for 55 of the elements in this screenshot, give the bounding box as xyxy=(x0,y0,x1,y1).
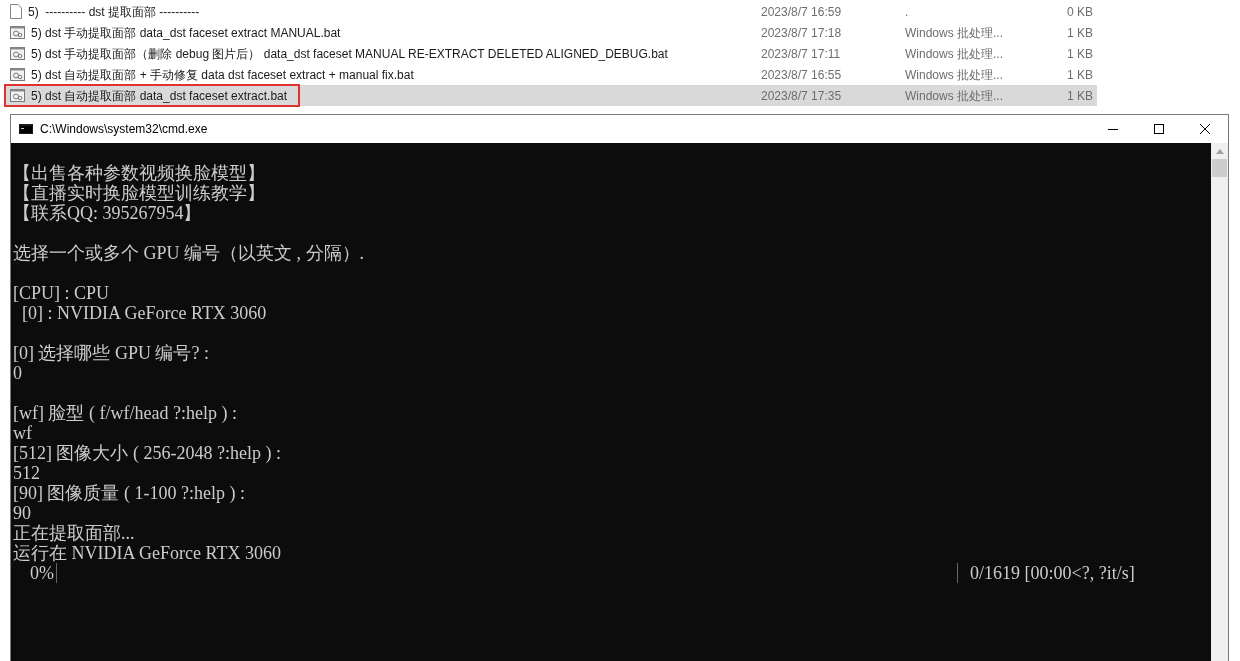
console-line: wf xyxy=(12,423,33,443)
minimize-icon xyxy=(1108,128,1118,130)
file-modified: 2023/8/7 16:55 xyxy=(761,66,843,84)
file-name: 5) dst 手动提取面部（删除 debug 图片后） data_dst faceset MANUAL RE-EXTRACT DELETED ALIGNED_DEBUG.bat xyxy=(31,45,668,63)
file-size: 1 KB xyxy=(1066,45,1093,63)
file-size: 0 KB xyxy=(1066,3,1093,21)
progress-percent: 0% xyxy=(29,563,55,583)
window-title: C:\Windows\system32\cmd.exe xyxy=(40,121,208,138)
scroll-up-icon xyxy=(1215,149,1224,154)
file-row[interactable]: 5) dst 自动提取面部 + 手动修复 data dst faceset extract + manual fix.bat 2023/8/7 16:55 Windows 批处理... 1 KB xyxy=(5,64,1097,85)
file-icon xyxy=(10,4,22,19)
maximize-icon xyxy=(1154,124,1164,134)
console-line: 512 xyxy=(12,463,41,483)
file-row[interactable]: 5) dst 手动提取面部（删除 debug 图片后） data_dst faceset MANUAL RE-EXTRACT DELETED ALIGNED_DEBUG.bat 2023/8/7 17:11 Windows 批处理... 1 KB xyxy=(5,43,1097,64)
file-size: 1 KB xyxy=(1066,24,1093,42)
console-line: [0] 选择哪些 GPU 编号? : xyxy=(12,343,210,363)
file-type: Windows 批处理... xyxy=(905,45,1004,63)
file-modified: 2023/8/7 17:35 xyxy=(761,87,843,105)
progress-reading: 0/1619 [00:00<?, ?it/s] xyxy=(970,563,1135,583)
file-row[interactable]: 5) dst 手动提取面部 data_dst faceset extract MANUAL.bat 2023/8/7 17:18 Windows 批处理... 1 KB xyxy=(5,22,1097,43)
file-type: Windows 批处理... xyxy=(905,66,1004,84)
console-line: 90 xyxy=(12,503,32,523)
console-line: [0] : NVIDIA GeForce RTX 3060 xyxy=(21,303,268,323)
console-line: 选择一个或多个 GPU 编号（以英文 , 分隔）. xyxy=(12,243,365,263)
file-name: 5) dst 自动提取面部 + 手动修复 data dst faceset extract + manual fix.bat xyxy=(31,66,414,84)
file-row[interactable]: 5) dst 自动提取面部 data_dst faceset extract.bat 2023/8/7 17:35 Windows 批处理... 1 KB xyxy=(5,85,1097,106)
file-name: 5) dst 自动提取面部 data_dst faceset extract.bat xyxy=(31,87,288,105)
file-size: 1 KB xyxy=(1066,66,1093,84)
console-line: [512] 图像大小 ( 256-2048 ?:help ) : xyxy=(12,443,282,463)
gear-file-icon xyxy=(10,89,25,102)
console-line: 【直播实时换脸模型训练教学】 xyxy=(12,183,266,203)
gear-file-icon xyxy=(10,68,25,81)
console-line: 0 xyxy=(12,363,23,383)
file-type: . xyxy=(905,3,910,21)
scrollbar-thumb xyxy=(1212,159,1227,177)
console-line: [wf] 脸型 ( f/wf/head ?:help ) : xyxy=(12,403,238,423)
console-line: 【出售各种参数视频换脸模型】 xyxy=(12,163,266,183)
file-modified: 2023/8/7 16:59 xyxy=(761,3,843,21)
gear-file-icon xyxy=(10,47,25,60)
file-name: 5) dst 手动提取面部 data_dst faceset extract MANUAL.bat xyxy=(31,24,341,42)
gear-file-icon xyxy=(10,26,25,39)
file-type: Windows 批处理... xyxy=(905,24,1004,42)
file-modified: 2023/8/7 17:18 xyxy=(761,24,843,42)
file-row[interactable]: 5) ---------- dst 提取面部 ---------- 2023/8/7 16:59 . 0 KB xyxy=(5,1,1097,22)
file-name: 5) ---------- dst 提取面部 ---------- xyxy=(28,3,200,21)
console-line: 【联系QQ: 395267954】 xyxy=(12,203,203,223)
console-line: [90] 图像质量 ( 1-100 ?:help ) : xyxy=(12,483,246,503)
file-size: 1 KB xyxy=(1066,87,1093,105)
console-app-icon xyxy=(19,124,33,134)
close-icon xyxy=(1200,124,1210,134)
console-line: [CPU] : CPU xyxy=(12,283,111,303)
file-modified: 2023/8/7 17:11 xyxy=(761,45,842,63)
file-type: Windows 批处理... xyxy=(905,87,1004,105)
console-line: 运行在 NVIDIA GeForce RTX 3060 xyxy=(12,543,282,563)
console-line: 正在提取面部... xyxy=(12,523,136,543)
